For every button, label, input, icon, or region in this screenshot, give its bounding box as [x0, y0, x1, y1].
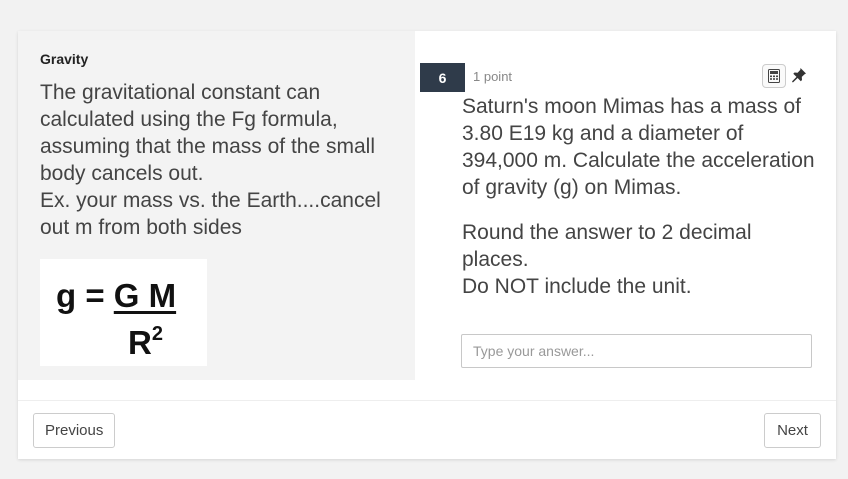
- answer-input[interactable]: [461, 334, 812, 368]
- formula-denominator-line: R2: [128, 323, 163, 362]
- passage-panel: Gravity The gravitational constant can c…: [18, 31, 415, 380]
- passage-text: The gravitational constant can calculate…: [40, 81, 381, 239]
- navigation-footer: Previous Next: [18, 400, 836, 460]
- formula-image: g = G M R2: [40, 259, 207, 366]
- question-instructions: Round the answer to 2 decimal places. Do…: [462, 221, 752, 298]
- calculator-button[interactable]: [762, 64, 786, 88]
- previous-button[interactable]: Previous: [33, 413, 115, 448]
- question-body: Saturn's moon Mimas has a mass of 3.80 E…: [462, 93, 817, 318]
- quiz-card: Gravity The gravitational constant can c…: [18, 31, 836, 459]
- passage-title: Gravity: [40, 51, 89, 67]
- next-button[interactable]: Next: [764, 413, 821, 448]
- pin-button[interactable]: [788, 64, 810, 86]
- pin-icon: [792, 68, 806, 83]
- question-panel: 6 1 point Saturn's moon Mimas has a mass…: [415, 31, 836, 380]
- formula-denominator: R: [128, 324, 152, 361]
- question-text: Saturn's moon Mimas has a mass of 3.80 E…: [462, 95, 815, 199]
- formula-numerator: G M: [113, 277, 177, 314]
- calculator-icon: [768, 69, 780, 83]
- question-number-badge: 6: [420, 63, 465, 92]
- formula-exponent: 2: [151, 323, 163, 345]
- formula-lhs: g =: [56, 277, 114, 314]
- formula-numerator-line: g = G M: [56, 277, 176, 315]
- question-points: 1 point: [473, 69, 513, 84]
